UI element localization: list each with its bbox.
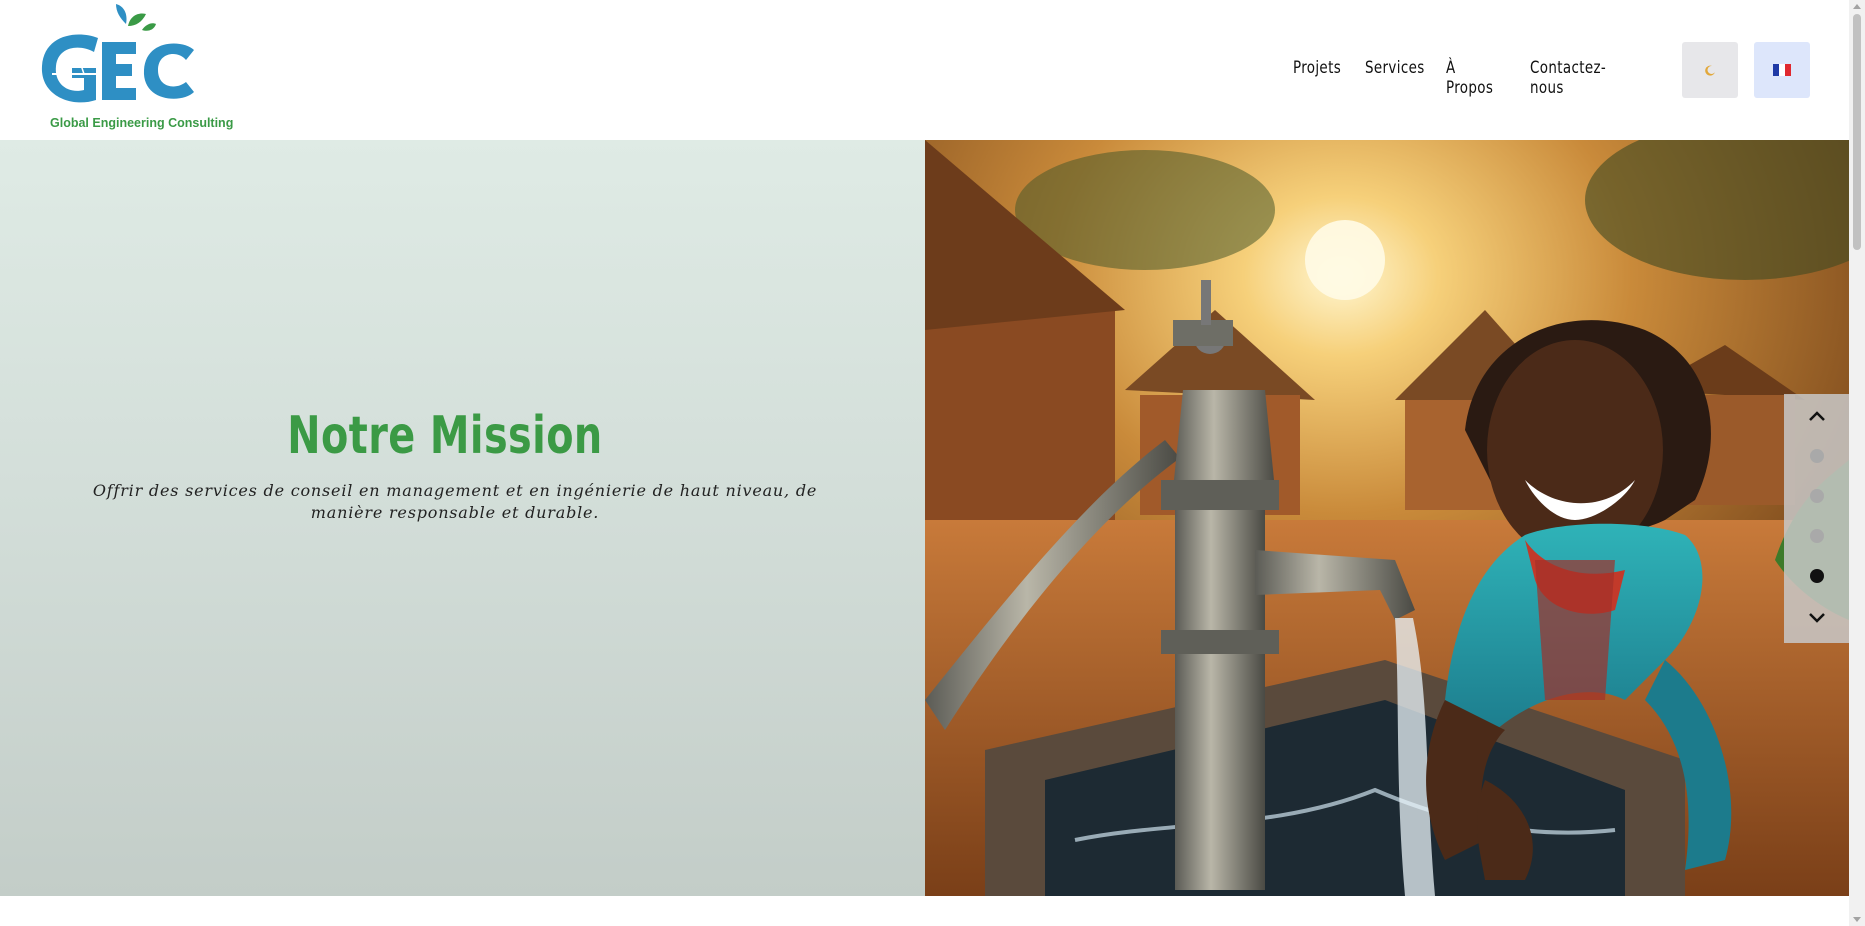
girl-at-water-pump-photo	[925, 140, 1849, 896]
logo[interactable]: Global Engineering Consulting	[38, 0, 238, 136]
nav-services[interactable]: Services	[1365, 58, 1425, 78]
language-button[interactable]	[1754, 42, 1810, 98]
hero-section: Notre Mission Offrir des services de con…	[0, 140, 1849, 896]
nav-contact[interactable]: Contactez-nous	[1530, 58, 1606, 98]
gec-logo-icon	[41, 4, 194, 103]
slide-dot-3[interactable]	[1810, 529, 1824, 543]
slide-dot-1[interactable]	[1810, 449, 1824, 463]
france-flag-icon	[1773, 64, 1791, 76]
scroll-up-arrow-icon[interactable]	[1853, 4, 1861, 9]
mission-text: Offrir des services de conseil en manage…	[92, 481, 818, 522]
nav-projets[interactable]: Projets	[1293, 58, 1341, 78]
scroll-thumb[interactable]	[1853, 14, 1861, 250]
chevron-up-icon	[1809, 411, 1825, 421]
nav-a-propos[interactable]: À Propos	[1446, 58, 1493, 98]
slide-navigator	[1784, 394, 1849, 643]
theme-toggle-button[interactable]	[1682, 42, 1738, 98]
mission-panel: Notre Mission Offrir des services de con…	[0, 140, 925, 896]
hero-image	[925, 140, 1849, 896]
slide-dot-2[interactable]	[1810, 489, 1824, 503]
moon-icon	[1705, 65, 1715, 76]
slide-down-button[interactable]	[1805, 606, 1829, 630]
site-header: Global Engineering Consulting Projets Se…	[0, 0, 1849, 140]
slide-dot-4[interactable]	[1810, 569, 1824, 583]
chevron-down-icon	[1809, 613, 1825, 623]
slide-up-button[interactable]	[1805, 404, 1829, 428]
logo-text: Global Engineering Consulting	[50, 116, 234, 130]
mission-title: Notre Mission	[287, 406, 603, 466]
page-scrollbar[interactable]	[1849, 0, 1865, 926]
scroll-down-arrow-icon[interactable]	[1853, 917, 1861, 922]
